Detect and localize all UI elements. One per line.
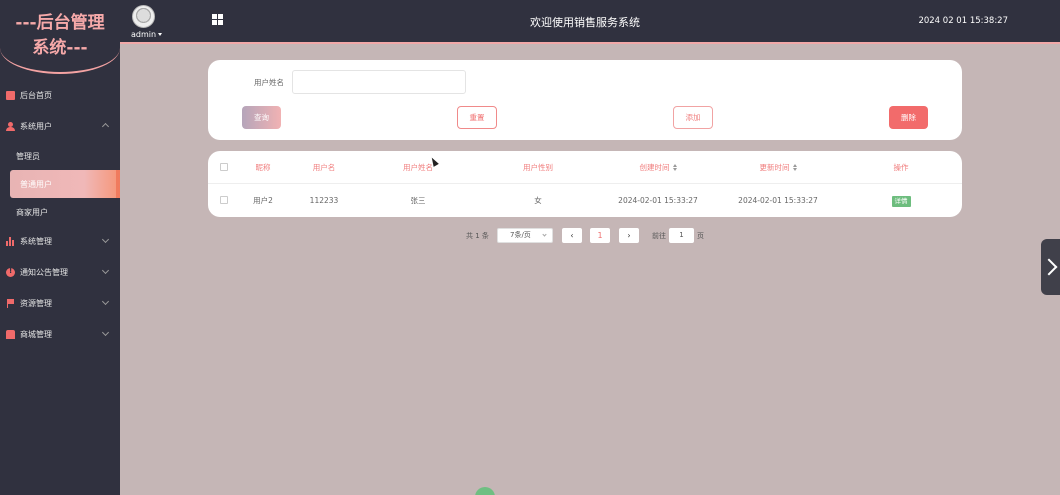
sidebar-subitem-merchant-users[interactable]: 商家用户 [0,198,120,226]
chevron-down-icon [101,297,110,306]
table-header: 昵称 用户名 用户姓名 用户性别 创建时间 更新时间 操作 [208,151,962,184]
pagination: 共 1 条 7条/页 ‹ 1 › 前往 1 页 [0,228,1060,243]
sidebar-item-shop-management[interactable]: 商城管理 [0,319,120,350]
sidebar-item-notice-management[interactable]: 通知公告管理 [0,257,120,288]
cell-nickname: 用户2 [253,196,273,205]
sidebar-item-label: 系统用户 [20,122,52,131]
sidebar-subitem-admin[interactable]: 管理员 [0,142,120,170]
goto-page-input[interactable]: 1 [669,228,694,243]
reset-button[interactable]: 重置 [457,106,497,129]
goto-label: 前往 [652,232,666,240]
page-number-current[interactable]: 1 [590,228,610,243]
next-page-button[interactable]: › [619,228,639,243]
query-button[interactable]: 查询 [242,106,281,129]
top-header: admin 欢迎使用销售服务系统 2024 02 01 15:38:27 [120,0,1060,44]
username-label: admin [131,30,157,39]
chevron-down-icon [542,232,547,237]
cell-gender: 女 [534,196,542,205]
cell-action: 详情 [881,184,921,217]
search-panel: 用户姓名 查询 重置 添加 删除 [208,60,962,140]
logo-line-2: 系统--- [32,38,88,58]
sidebar: ---后台管理 系统--- 后台首页 系统用户 管理员 普通用户 商家用户 系统… [0,0,120,495]
chevron-down-icon [101,328,110,337]
cell-username: 112233 [309,196,339,205]
logo: ---后台管理 系统--- [0,0,120,74]
select-all-checkbox[interactable] [220,163,228,171]
sidebar-subitem-normal-users[interactable]: 普通用户 [10,170,120,198]
column-header-sortable[interactable]: 创建时间 [628,151,688,184]
chevron-down-icon [101,266,110,275]
sidebar-item-label: 后台首页 [20,91,52,100]
sidebar-item-label: 通知公告管理 [20,268,68,277]
sort-icon [792,164,797,172]
data-table: 昵称 用户名 用户姓名 用户性别 创建时间 更新时间 操作 用户2 112233… [208,151,962,217]
delete-button[interactable]: 删除 [889,106,928,129]
page-suffix-label: 页 [697,232,704,240]
row-checkbox[interactable] [220,196,228,204]
page-size-select[interactable]: 7条/页 [497,228,553,243]
floating-action-button[interactable] [475,487,495,495]
sidebar-item-home[interactable]: 后台首页 [0,80,120,111]
logo-line-1: ---后台管理 [15,13,105,33]
caret-down-icon [158,33,163,36]
datetime-display: 2024 02 01 15:38:27 [918,16,1008,26]
sidebar-item-label: 资源管理 [20,299,52,308]
shop-icon [6,330,15,339]
column-header-label: 更新时间 [759,163,790,172]
pagination-total: 共 1 条 [466,232,489,240]
detail-button[interactable]: 详情 [891,195,911,207]
user-menu[interactable]: admin [131,30,163,39]
column-header: 用户名 [312,163,336,172]
sidebar-menu: 后台首页 系统用户 管理员 普通用户 商家用户 系统管理 通知公告管理 资源管理 [0,80,120,350]
column-header: 用户性别 [523,163,553,172]
column-header-label: 创建时间 [639,163,670,172]
flag-icon [6,299,15,308]
column-header: 用户姓名 [403,163,433,172]
prev-page-button[interactable]: ‹ [562,228,582,243]
name-search-input[interactable] [292,70,466,94]
monitor-icon [6,91,15,100]
side-drawer-toggle[interactable] [1041,239,1060,295]
chevron-up-icon [101,122,110,131]
table-row: 用户2 112233 张三 女 2024-02-01 15:33:27 2024… [208,184,962,217]
sidebar-item-resource-management[interactable]: 资源管理 [0,288,120,319]
info-icon [6,267,15,277]
sort-icon [672,164,677,172]
column-header: 昵称 [255,163,271,172]
search-label: 用户姓名 [254,78,284,87]
page-size-value: 7条/页 [510,231,531,239]
user-icon [6,122,15,131]
cell-created: 2024-02-01 15:33:27 [618,196,698,205]
logo-text: ---后台管理 系统--- [0,11,120,61]
sidebar-item-label: 商城管理 [20,330,52,339]
cell-updated: 2024-02-01 15:33:27 [738,196,818,205]
cell-name: 张三 [410,196,426,205]
column-header-sortable[interactable]: 更新时间 [748,151,808,184]
sidebar-item-system-users[interactable]: 系统用户 [0,111,120,142]
column-header: 操作 [893,163,909,172]
page-title: 欢迎使用销售服务系统 [530,16,640,29]
add-button[interactable]: 添加 [673,106,713,129]
